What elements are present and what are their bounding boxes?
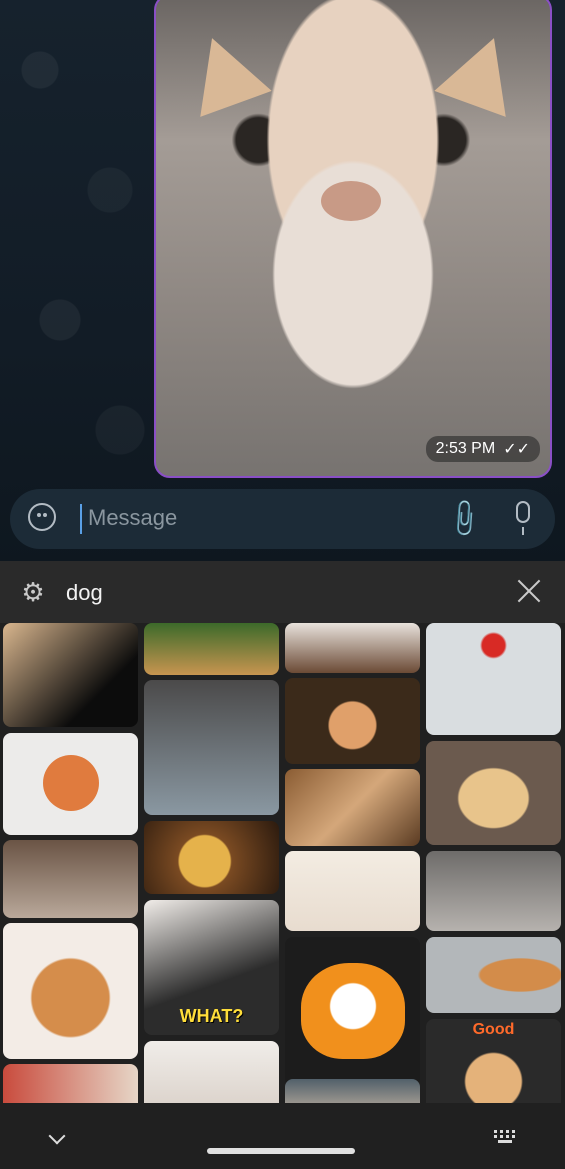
gif-caption-what: WHAT?	[179, 1006, 244, 1026]
cat-nose	[321, 181, 381, 221]
gif-result-21[interactable]: Good	[426, 1019, 561, 1103]
cat-ear	[434, 25, 530, 117]
microphone-icon[interactable]	[516, 501, 530, 535]
message-timestamp: 2:53 PM ✓✓	[425, 436, 540, 462]
gif-search-panel: ⚙ dog WHAT? Good	[0, 561, 565, 1169]
gif-result-18[interactable]	[426, 741, 561, 845]
gif-caption-good: Good	[472, 1021, 515, 1038]
gif-result-15[interactable]	[285, 937, 420, 1087]
gif-result-17[interactable]	[426, 623, 561, 735]
double-check-icon: ✓✓	[503, 441, 530, 458]
emoji-icon[interactable]	[28, 503, 56, 531]
paperclip-icon[interactable]: 📎	[442, 496, 486, 541]
gif-result-16[interactable]	[285, 1079, 420, 1103]
gif-message-bubble[interactable]: 2:53 PM ✓✓	[154, 0, 552, 478]
gif-results-grid: WHAT? Good	[0, 623, 565, 1103]
gif-result-19[interactable]	[426, 851, 561, 931]
gif-result-12[interactable]	[285, 678, 420, 764]
gif-result-2[interactable]	[3, 733, 138, 835]
system-navigation-bar	[0, 1104, 565, 1169]
search-query[interactable]: dog	[66, 580, 103, 606]
gif-search-bar: ⚙ dog	[0, 561, 565, 623]
gif-result-7[interactable]	[144, 680, 279, 815]
chevron-down-icon[interactable]	[48, 1127, 66, 1145]
close-icon[interactable]	[514, 575, 546, 607]
gif-result-3[interactable]	[3, 840, 138, 918]
cat-ear	[176, 25, 272, 117]
gif-result-8[interactable]	[144, 821, 279, 894]
message-composer: Message 📎	[10, 489, 555, 549]
gif-result-14[interactable]	[285, 851, 420, 931]
gif-result-10[interactable]	[144, 1041, 279, 1103]
gif-result-9[interactable]: WHAT?	[144, 900, 279, 1035]
time-label: 2:53 PM	[435, 440, 496, 457]
gear-icon[interactable]: ⚙	[20, 579, 46, 605]
gif-result-13[interactable]	[285, 769, 420, 846]
gif-result-5[interactable]	[3, 1064, 138, 1103]
text-caret	[80, 504, 82, 534]
home-gesture-handle[interactable]	[207, 1148, 355, 1154]
pom-dog-image	[43, 755, 99, 811]
gif-result-20[interactable]	[426, 937, 561, 1013]
gif-result-6[interactable]	[144, 623, 279, 675]
gif-result-4[interactable]	[3, 923, 138, 1059]
gif-result-1[interactable]	[3, 623, 138, 727]
keyboard-icon[interactable]	[494, 1130, 516, 1143]
message-input[interactable]: Message	[88, 505, 177, 531]
cartoon-dog-image	[301, 963, 405, 1059]
gif-result-11[interactable]	[285, 623, 420, 673]
